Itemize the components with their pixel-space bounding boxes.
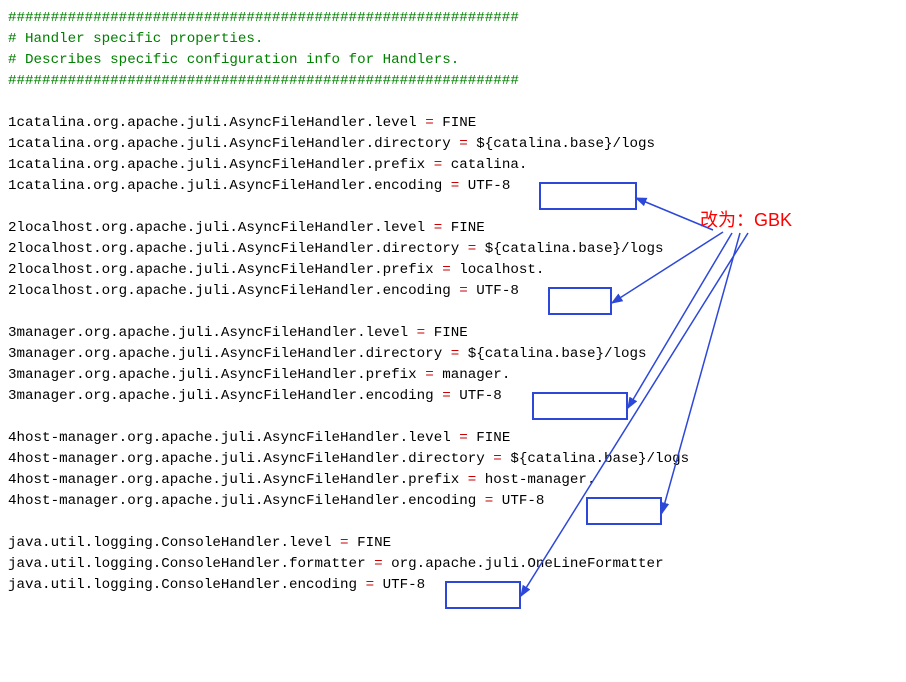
comment-text: ########################################… [8, 10, 519, 26]
code-line: # Handler specific properties. [8, 29, 906, 50]
code-line: # Describes specific configuration info … [8, 50, 906, 71]
comment-text: ########################################… [8, 73, 519, 89]
code-line: 2localhost.org.apache.juli.AsyncFileHand… [8, 281, 906, 302]
equals-sign: = [340, 535, 349, 551]
property-key: 4host-manager.org.apache.juli.AsyncFileH… [8, 493, 485, 509]
property-value: org.apache.juli.OneLineFormatter [383, 556, 664, 572]
property-value: host-manager. [476, 472, 595, 488]
property-value: UTF-8 [493, 493, 544, 509]
property-key: 1catalina.org.apache.juli.AsyncFileHandl… [8, 136, 459, 152]
property-key: 2localhost.org.apache.juli.AsyncFileHand… [8, 283, 459, 299]
property-key: 1catalina.org.apache.juli.AsyncFileHandl… [8, 178, 451, 194]
code-line: 1catalina.org.apache.juli.AsyncFileHandl… [8, 113, 906, 134]
equals-sign: = [468, 241, 477, 257]
property-value: FINE [468, 430, 511, 446]
equals-sign: = [374, 556, 383, 572]
property-key: 3manager.org.apache.juli.AsyncFileHandle… [8, 346, 451, 362]
comment-text: # Describes specific configuration info … [8, 52, 459, 68]
equals-sign: = [459, 136, 468, 152]
code-block: ########################################… [8, 8, 906, 596]
property-value: catalina. [442, 157, 527, 173]
property-key: 1catalina.org.apache.juli.AsyncFileHandl… [8, 115, 425, 131]
property-value: UTF-8 [374, 577, 425, 593]
property-key: 2localhost.org.apache.juli.AsyncFileHand… [8, 262, 442, 278]
property-key: java.util.logging.ConsoleHandler.level [8, 535, 340, 551]
code-line: 4host-manager.org.apache.juli.AsyncFileH… [8, 428, 906, 449]
property-key: 1catalina.org.apache.juli.AsyncFileHandl… [8, 157, 434, 173]
equals-sign: = [451, 346, 460, 362]
property-value: ${catalina.base}/logs [459, 346, 646, 362]
property-key: 2localhost.org.apache.juli.AsyncFileHand… [8, 220, 434, 236]
equals-sign: = [425, 367, 434, 383]
property-value: ${catalina.base}/logs [476, 241, 663, 257]
code-line [8, 197, 906, 218]
property-key: java.util.logging.ConsoleHandler.formatt… [8, 556, 374, 572]
code-line: java.util.logging.ConsoleHandler.encodin… [8, 575, 906, 596]
property-key: 3manager.org.apache.juli.AsyncFileHandle… [8, 325, 417, 341]
code-line: java.util.logging.ConsoleHandler.formatt… [8, 554, 906, 575]
code-line: 1catalina.org.apache.juli.AsyncFileHandl… [8, 176, 906, 197]
equals-sign: = [451, 178, 460, 194]
property-key: 4host-manager.org.apache.juli.AsyncFileH… [8, 472, 468, 488]
equals-sign: = [493, 451, 502, 467]
property-value: ${catalina.base}/logs [502, 451, 689, 467]
equals-sign: = [459, 283, 468, 299]
code-line [8, 302, 906, 323]
code-line: 4host-manager.org.apache.juli.AsyncFileH… [8, 470, 906, 491]
property-key: java.util.logging.ConsoleHandler.encodin… [8, 577, 366, 593]
property-value: ${catalina.base}/logs [468, 136, 655, 152]
property-value: UTF-8 [451, 388, 502, 404]
property-value: FINE [425, 325, 468, 341]
equals-sign: = [425, 115, 434, 131]
property-key: 3manager.org.apache.juli.AsyncFileHandle… [8, 367, 425, 383]
property-value: FINE [434, 115, 477, 131]
code-line: ########################################… [8, 8, 906, 29]
property-value: localhost. [451, 262, 545, 278]
property-key: 3manager.org.apache.juli.AsyncFileHandle… [8, 388, 442, 404]
code-line: 3manager.org.apache.juli.AsyncFileHandle… [8, 323, 906, 344]
code-line [8, 512, 906, 533]
property-value: manager. [434, 367, 511, 383]
code-line: 1catalina.org.apache.juli.AsyncFileHandl… [8, 134, 906, 155]
lines-container: ########################################… [8, 8, 906, 596]
property-value: UTF-8 [468, 283, 519, 299]
property-key: 2localhost.org.apache.juli.AsyncFileHand… [8, 241, 468, 257]
code-line: 3manager.org.apache.juli.AsyncFileHandle… [8, 344, 906, 365]
property-value: FINE [349, 535, 392, 551]
equals-sign: = [366, 577, 375, 593]
equals-sign: = [468, 472, 477, 488]
equals-sign: = [442, 388, 451, 404]
comment-text: # Handler specific properties. [8, 31, 263, 47]
code-line: 4host-manager.org.apache.juli.AsyncFileH… [8, 491, 906, 512]
property-value: FINE [442, 220, 485, 236]
code-line: 4host-manager.org.apache.juli.AsyncFileH… [8, 449, 906, 470]
code-line: 1catalina.org.apache.juli.AsyncFileHandl… [8, 155, 906, 176]
code-line [8, 407, 906, 428]
code-line: ########################################… [8, 71, 906, 92]
property-value: UTF-8 [459, 178, 510, 194]
property-key: 4host-manager.org.apache.juli.AsyncFileH… [8, 430, 459, 446]
code-line [8, 92, 906, 113]
code-line: 2localhost.org.apache.juli.AsyncFileHand… [8, 218, 906, 239]
equals-sign: = [434, 157, 443, 173]
equals-sign: = [459, 430, 468, 446]
code-line: 3manager.org.apache.juli.AsyncFileHandle… [8, 386, 906, 407]
code-line: 2localhost.org.apache.juli.AsyncFileHand… [8, 260, 906, 281]
equals-sign: = [434, 220, 443, 236]
equals-sign: = [417, 325, 426, 341]
code-line: 3manager.org.apache.juli.AsyncFileHandle… [8, 365, 906, 386]
code-line: java.util.logging.ConsoleHandler.level =… [8, 533, 906, 554]
equals-sign: = [442, 262, 451, 278]
code-line: 2localhost.org.apache.juli.AsyncFileHand… [8, 239, 906, 260]
property-key: 4host-manager.org.apache.juli.AsyncFileH… [8, 451, 493, 467]
